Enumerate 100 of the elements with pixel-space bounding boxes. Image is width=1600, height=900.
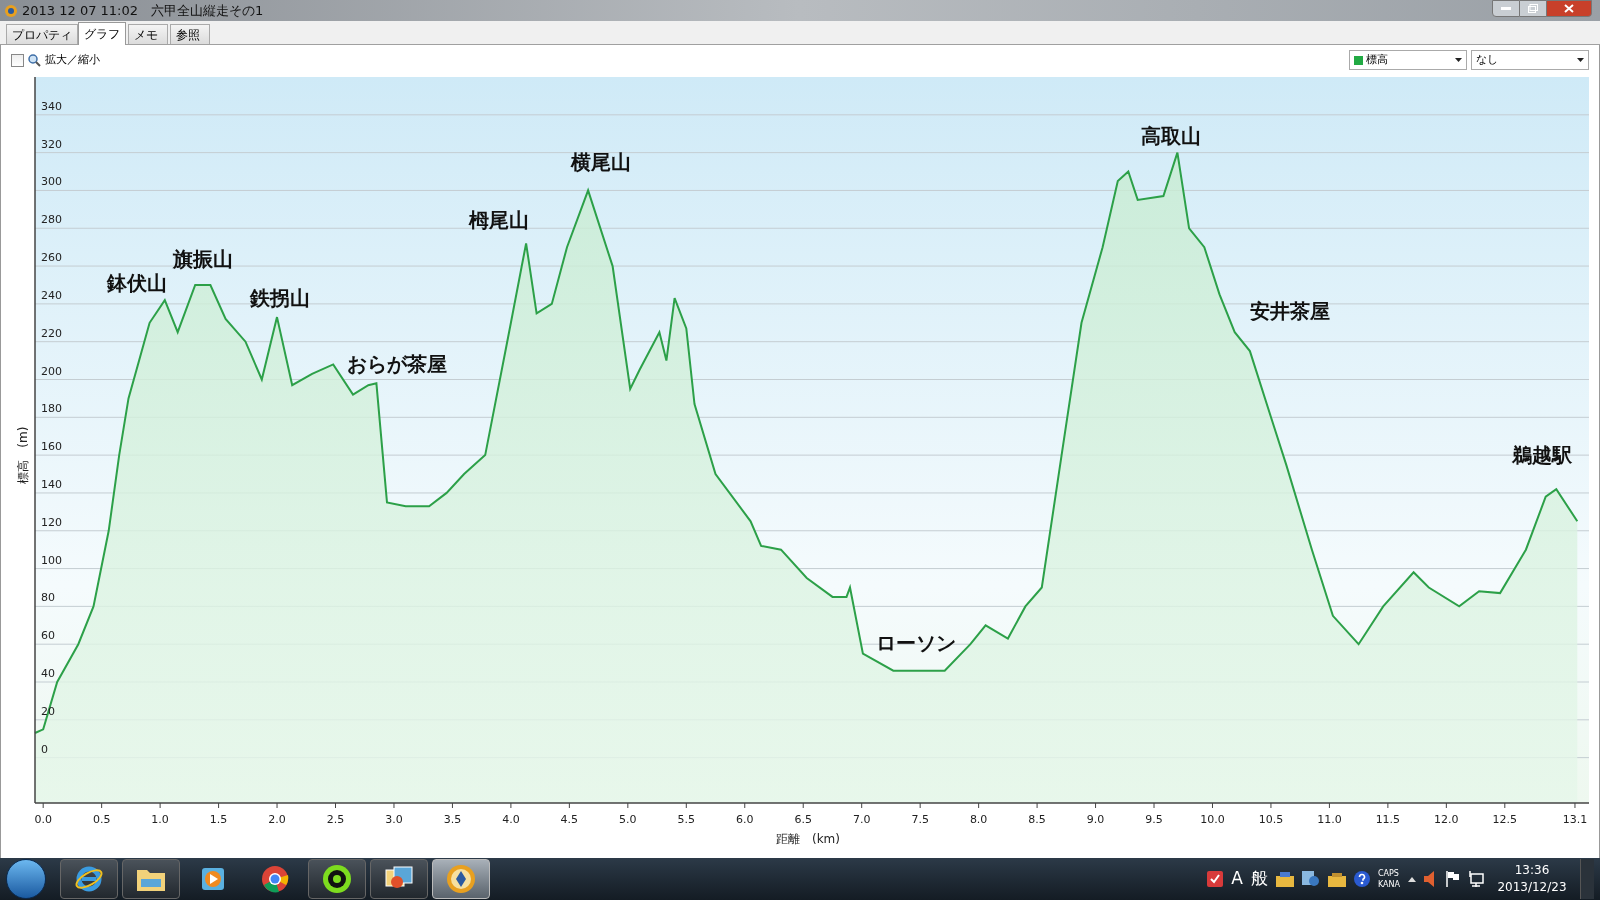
peak-label: おらが茶屋 (347, 352, 448, 377)
peak-label: 安井茶屋 (1249, 299, 1330, 324)
y-tick-label: 240 (41, 288, 62, 302)
taskbar-button[interactable] (122, 859, 180, 899)
x-tick-label: 1.0 (151, 813, 169, 826)
lock-indicator: CAPS (1377, 868, 1400, 879)
y-tick-label: 120 (41, 515, 62, 529)
compare-value: なし (1476, 51, 1498, 68)
peak-label: ローソン (876, 630, 957, 655)
restore-button[interactable] (1520, 0, 1546, 17)
x-tick-label: 7.5 (911, 813, 929, 826)
lock-indicator: KANA (1377, 879, 1400, 890)
close-button[interactable] (1546, 0, 1592, 17)
y-tick-label: 280 (41, 213, 62, 227)
up-arrow-icon[interactable] (1408, 876, 1416, 882)
peak-label: 横尾山 (571, 150, 632, 175)
ime-indicator[interactable]: A (1231, 866, 1243, 892)
x-tick-label: 3.5 (443, 813, 462, 826)
clock-time: 13:36 (1514, 862, 1550, 879)
y-tick-label: 140 (41, 477, 62, 491)
y-tick-label: 160 (41, 440, 62, 454)
y-tick-label: 340 (41, 99, 62, 113)
app-icon (4, 3, 18, 18)
taskbar-button[interactable] (60, 859, 118, 899)
y-tick-label: 320 (41, 137, 62, 151)
x-tick-label: 7.0 (852, 813, 871, 826)
y-tick-label: 40 (41, 667, 55, 680)
x-tick-label: 6.0 (736, 813, 754, 826)
y-tick-label: 80 (41, 591, 55, 605)
tab[interactable]: 参照 (170, 24, 210, 44)
peak-label: 旗振山 (173, 246, 234, 271)
x-tick-label: 9.0 (1086, 813, 1105, 826)
tab[interactable]: メモ (128, 24, 168, 44)
gear-icon (321, 863, 353, 895)
x-tick-label: 2.0 (268, 813, 286, 826)
clock[interactable]: 13:36 2013/12/23 (1492, 862, 1572, 896)
play-icon (199, 865, 227, 893)
compass-icon (445, 863, 477, 895)
x-tick-label: 5.5 (677, 813, 696, 826)
taskbar-button[interactable] (432, 859, 490, 899)
taskbar-button[interactable] (370, 859, 428, 899)
y-tick-label: 200 (41, 364, 62, 378)
close-icon (1564, 4, 1574, 13)
minimize-button[interactable] (1492, 0, 1520, 17)
x-tick-label: 0.5 (92, 813, 111, 826)
toolbox-icon (1275, 871, 1294, 887)
toolbox-icon (1327, 871, 1346, 887)
restore-icon (1528, 4, 1538, 13)
x-tick-label: 13.1 (1562, 813, 1588, 826)
x-tick-label: 1.5 (209, 813, 228, 826)
x-tick-label: 6.5 (794, 813, 812, 826)
x-tick-label: 0.0 (34, 813, 52, 826)
x-tick-label: 12.5 (1492, 813, 1518, 826)
x-tick-label: 12.0 (1434, 813, 1459, 826)
x-tick-label: 4.0 (502, 813, 520, 826)
peak-label: 高取山 (1141, 123, 1202, 148)
clock-date: 2013/12/23 (1497, 879, 1567, 896)
x-tick-label: 11.0 (1317, 813, 1342, 826)
y-tick-label: 100 (41, 553, 62, 567)
network-icon[interactable] (1468, 871, 1484, 887)
x-tick-label: 3.0 (385, 813, 403, 826)
y-tick-label: 0 (41, 742, 48, 756)
y-tick-label: 180 (41, 402, 62, 416)
zoom-label: 拡大／縮小 (45, 51, 100, 68)
x-tick-label: 4.5 (560, 813, 579, 826)
caret-icon (1577, 58, 1584, 62)
y-tick-label: 260 (41, 251, 62, 265)
minimize-icon (1501, 7, 1511, 10)
x-tick-label: 11.5 (1375, 813, 1401, 826)
zoom-checkbox[interactable] (11, 53, 24, 67)
tab[interactable]: プロパティ (6, 24, 78, 44)
start-button[interactable] (6, 859, 46, 899)
tab[interactable]: グラフ (78, 22, 126, 45)
peak-label: 栂尾山 (469, 208, 530, 233)
ime-indicator[interactable]: 般 (1250, 866, 1268, 892)
help-icon (1353, 871, 1370, 887)
peak-label: 鉄拐山 (250, 286, 311, 311)
window-title: 2013 12 07 11:02 六甲全山縦走その1 (22, 1, 264, 20)
x-tick-label: 9.5 (1145, 813, 1163, 826)
y-tick-label: 220 (41, 326, 62, 340)
compare-dropdown[interactable]: なし (1471, 50, 1589, 70)
series-value: 標高 (1366, 51, 1388, 68)
x-tick-label: 10.5 (1258, 813, 1284, 826)
x-axis-title: 距離 (km) (776, 832, 840, 846)
x-tick-label: 5.0 (619, 813, 637, 826)
peak-label: 鵜越駅 (1512, 443, 1573, 468)
y-tick-label: 60 (41, 629, 55, 643)
peak-label: 鉢伏山 (106, 271, 167, 296)
x-tick-label: 8.0 (969, 813, 988, 826)
taskbar-button[interactable] (308, 859, 366, 899)
y-tick-label: 300 (41, 175, 62, 189)
flag-icon[interactable] (1446, 871, 1460, 887)
checkmark-app-icon (1207, 871, 1224, 887)
search-icon (28, 53, 41, 67)
y-axis-title: 標高 (m) (16, 426, 30, 484)
chrome-icon (260, 864, 290, 894)
browser-icon (74, 864, 104, 894)
x-tick-label: 2.5 (326, 813, 345, 826)
caret-icon (1455, 58, 1462, 62)
series-dropdown[interactable]: 標高 (1349, 50, 1467, 70)
